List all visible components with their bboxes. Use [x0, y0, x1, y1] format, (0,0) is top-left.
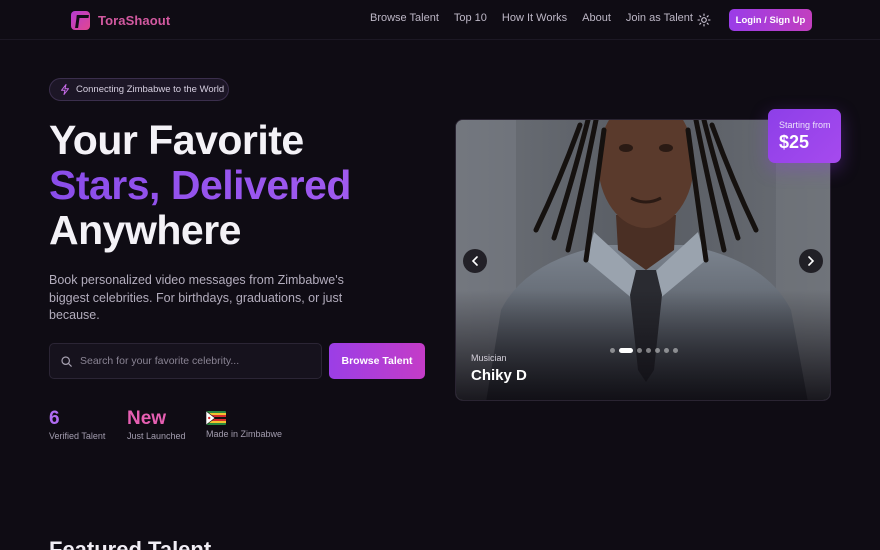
celebrity-name[interactable]: Chiky D [471, 367, 527, 384]
main-nav: Browse Talent Top 10 How It Works About … [370, 12, 693, 24]
nav-about[interactable]: About [582, 12, 611, 24]
carousel-indicators [610, 348, 678, 353]
stat-made-in-zimbabwe: Made in Zimbabwe [206, 409, 282, 439]
stat-value: 6 [49, 408, 60, 429]
hero-subtext: Book personalized video messages from Zi… [49, 273, 344, 322]
stat-label: Just Launched [127, 431, 186, 441]
theme-toggle-sun-icon[interactable] [697, 13, 711, 27]
search-input[interactable] [80, 355, 310, 367]
hero-badge: Connecting Zimbabwe to the World [49, 78, 229, 101]
logo-icon [71, 10, 90, 30]
celebrity-category: Musician [471, 353, 507, 363]
login-signup-button[interactable]: Login / Sign Up [729, 9, 812, 31]
price-label: Starting from [779, 120, 831, 130]
chevron-left-icon [471, 256, 478, 266]
carousel-next-button[interactable] [799, 249, 823, 273]
stat-verified-talent: 6 Verified Talent [49, 408, 106, 442]
stat-label: Verified Talent [49, 431, 106, 441]
search-icon [61, 355, 72, 367]
chevron-right-icon [808, 256, 815, 266]
price-badge: Starting from $25 [768, 109, 841, 163]
headline-line-1: Your Favorite [49, 117, 304, 163]
hero-badge-text: Connecting Zimbabwe to the World [76, 84, 225, 95]
nav-top-10[interactable]: Top 10 [454, 12, 487, 24]
stat-just-launched: New Just Launched [127, 408, 186, 442]
headline-line-3: Anywhere [49, 207, 241, 253]
nav-join-as-talent[interactable]: Join as Talent [626, 12, 693, 24]
nav-how-it-works[interactable]: How It Works [502, 12, 567, 24]
carousel-dot[interactable] [664, 348, 669, 353]
carousel-dot[interactable] [646, 348, 651, 353]
brand-logo[interactable]: ToraShaout [71, 10, 170, 30]
nav-browse-talent[interactable]: Browse Talent [370, 12, 439, 24]
stat-label: Made in Zimbabwe [206, 429, 283, 439]
stat-value: New [127, 408, 167, 429]
carousel-dot[interactable] [655, 348, 660, 353]
lightning-icon [61, 84, 69, 95]
browse-talent-button[interactable]: Browse Talent [329, 343, 425, 379]
carousel-dot[interactable] [610, 348, 615, 353]
carousel-dot[interactable] [673, 348, 678, 353]
carousel-dot[interactable] [637, 348, 642, 353]
hero-headline: Your Favorite Stars, Delivered Anywhere [49, 118, 351, 253]
carousel-prev-button[interactable] [463, 249, 487, 273]
zimbabwe-flag-icon [206, 411, 226, 425]
carousel-dot-active[interactable] [619, 348, 633, 353]
celebrity-search-box[interactable] [49, 343, 322, 379]
featured-talent-heading: Featured Talent [49, 537, 212, 550]
headline-line-2: Stars, Delivered [49, 162, 351, 208]
price-value: $25 [779, 132, 810, 152]
brand-name: ToraShaout [98, 12, 171, 28]
top-navbar: ToraShaout Browse Talent Top 10 How It W… [0, 0, 880, 40]
